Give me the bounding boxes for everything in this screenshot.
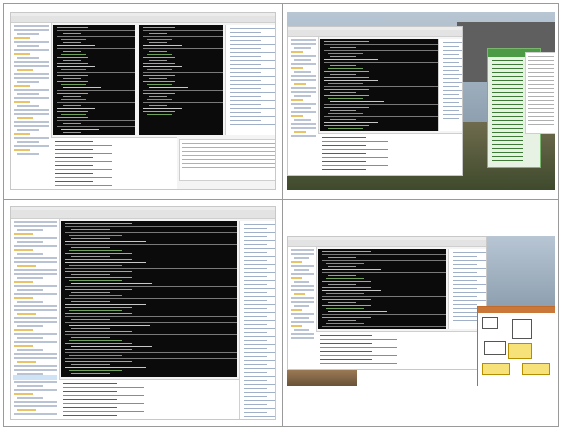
code-editor <box>61 221 237 377</box>
project-explorer <box>11 219 60 419</box>
ide-window <box>287 26 463 176</box>
variables-table <box>179 139 275 181</box>
ide-window <box>10 206 276 420</box>
uml-diagram-window <box>477 306 555 386</box>
desktop-ground <box>287 370 357 386</box>
uml-class-box-highlight <box>482 363 510 375</box>
uml-class-box <box>484 341 506 355</box>
console-view <box>59 379 239 419</box>
screenshot-panel-bottom-right <box>287 236 555 386</box>
grid-divider-horizontal <box>4 199 558 200</box>
toolbar <box>288 30 462 37</box>
code-editor <box>320 39 438 131</box>
screenshot-panel-top-right <box>287 12 555 190</box>
toolbar <box>11 210 275 219</box>
properties-table <box>525 52 555 134</box>
selected-tree-item <box>13 375 57 380</box>
ide-window <box>10 12 276 190</box>
console-view <box>316 331 486 369</box>
console-view <box>51 137 177 189</box>
outline-view <box>225 25 275 135</box>
project-explorer <box>288 37 319 175</box>
code-editor <box>318 249 446 329</box>
uml-class-box-highlight <box>522 363 550 375</box>
ide-window <box>287 236 487 370</box>
screenshot-panel-top-left <box>10 12 276 190</box>
desktop-sky <box>483 236 555 306</box>
project-explorer <box>11 23 52 189</box>
uml-class-box-highlight <box>508 343 532 359</box>
outline-view <box>438 39 462 131</box>
outline-view <box>239 221 275 419</box>
uml-class-box <box>482 317 498 329</box>
code-editor-left <box>53 25 135 135</box>
toolbar <box>11 16 275 23</box>
uml-window-header <box>478 307 555 313</box>
figure-grid <box>3 3 559 427</box>
toolbar <box>288 240 486 247</box>
uml-class-box <box>512 319 532 339</box>
screenshot-panel-bottom-left <box>10 206 276 420</box>
code-editor-right <box>139 25 223 135</box>
project-explorer <box>288 247 317 369</box>
grid-divider-vertical <box>282 4 283 426</box>
console-view <box>318 133 462 175</box>
